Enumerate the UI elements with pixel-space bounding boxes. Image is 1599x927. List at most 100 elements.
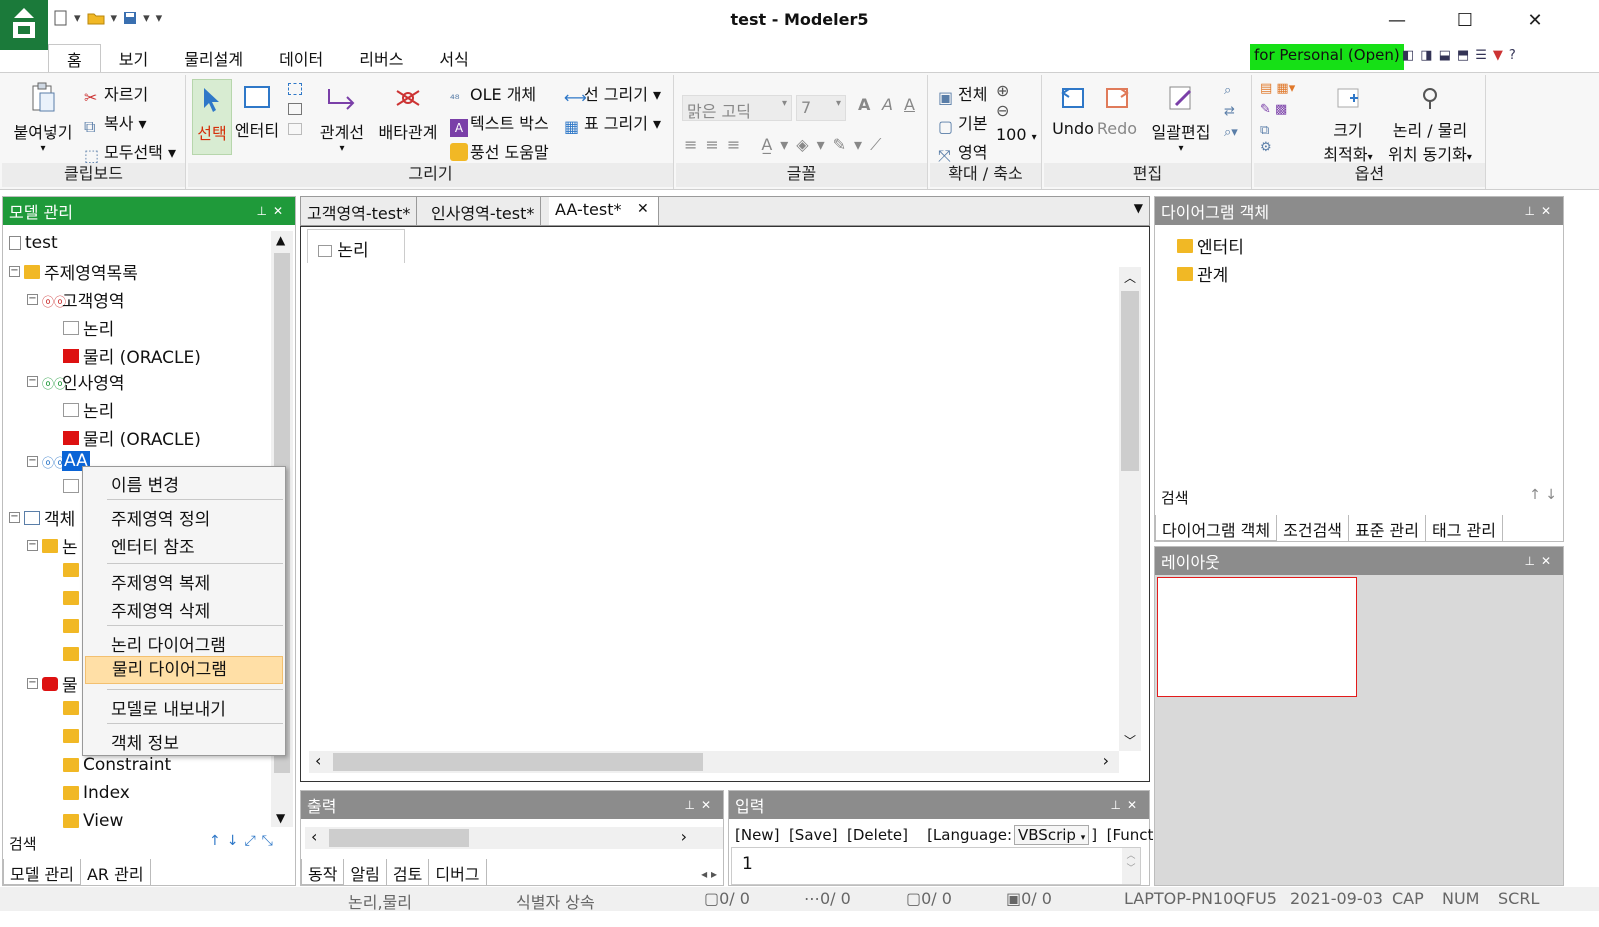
exclusive-relation-button[interactable]: 배타관계 xyxy=(374,85,442,143)
textbox-button[interactable]: A 텍스트 박스 xyxy=(450,110,549,137)
diagram-entity-item[interactable]: 엔터티 xyxy=(1177,233,1244,258)
tree-folder-item[interactable] xyxy=(63,647,79,661)
canvas-vscroll[interactable]: ︿ ﹀ xyxy=(1119,267,1141,751)
tree-index[interactable]: Index xyxy=(63,783,130,803)
tab-format[interactable]: 서식 xyxy=(421,44,486,72)
font-grow-button[interactable]: A xyxy=(858,95,870,114)
arrow-up-icon[interactable]: ↑ xyxy=(209,833,221,849)
tree-hr-logical[interactable]: 논리 xyxy=(63,397,114,422)
cut-button[interactable]: ✂ 자르기 xyxy=(84,81,148,107)
close-button[interactable]: ✕ xyxy=(1512,0,1558,40)
tree-hr-area[interactable]: − ⓞⓞ 인사영역 xyxy=(27,369,125,394)
frame-icon[interactable] xyxy=(288,123,302,135)
layout-viewport-box[interactable] xyxy=(1157,577,1357,697)
tab-notification[interactable]: 알림 xyxy=(344,859,387,885)
tree-aa-area[interactable]: − ⓞⓞ AA xyxy=(27,451,90,471)
doc-tab-hr[interactable]: 인사영역-test* xyxy=(425,197,542,225)
menu-physical-diagram[interactable]: 물리 다이어그램 xyxy=(85,656,283,684)
tree-folder-item[interactable] xyxy=(63,701,79,715)
tree-objects-physical[interactable]: − 물 xyxy=(27,671,78,696)
zoom-all-button[interactable]: ▣ 전체 xyxy=(938,81,987,107)
tree-folder-item[interactable] xyxy=(63,619,79,633)
tab-view[interactable]: 보기 xyxy=(101,44,166,72)
scroll-thumb[interactable] xyxy=(333,753,703,771)
tab-condition-search[interactable]: 조건검색 xyxy=(1277,515,1350,541)
tree-folder-item[interactable] xyxy=(63,591,79,605)
doc-tab-close-icon[interactable]: ✕ xyxy=(637,201,649,217)
tree-objects[interactable]: − 객체 xyxy=(9,505,75,530)
script-editor[interactable]: 1 ︿ ﹀ xyxy=(731,847,1141,885)
tree-aa-logical[interactable] xyxy=(63,479,79,493)
canvas-hscroll[interactable]: ‹ › xyxy=(309,751,1119,773)
tab-physical-design[interactable]: 물리설계 xyxy=(166,44,261,72)
size-optimize-button[interactable]: 크기 최적화▾ xyxy=(1318,85,1378,165)
font-size-select[interactable]: 7 ▾ xyxy=(796,95,846,121)
align-right-icon[interactable]: ≡ xyxy=(727,135,748,154)
help-icon[interactable]: ? xyxy=(1509,48,1516,63)
expand-all-icon[interactable]: ⤢ xyxy=(244,833,255,849)
tab-model-management[interactable]: 모델 관리 xyxy=(3,859,81,885)
tab-diagram-objects[interactable]: 다이어그램 객체 xyxy=(1155,515,1278,541)
output-tab-nav-icons[interactable]: ◂ ▸ xyxy=(701,867,717,881)
tree-folder-item[interactable] xyxy=(63,729,79,743)
menu-object-info[interactable]: 객체 정보 xyxy=(111,729,179,754)
menu-rename[interactable]: 이름 변경 xyxy=(111,471,179,496)
tree-hr-physical[interactable]: 물리 (ORACLE) xyxy=(63,425,201,450)
menu-entity-reference[interactable]: 엔터티 참조 xyxy=(111,533,195,558)
font-underline-button[interactable]: A xyxy=(904,95,915,114)
panel-pin-close-icons[interactable]: ⊥✕ xyxy=(1524,554,1557,568)
tree-customer-area[interactable]: − ⓞⓞ 고객영역 xyxy=(27,287,125,312)
tree-customer-physical[interactable]: 물리 (ORACLE) xyxy=(63,343,201,368)
select-all-button[interactable]: ⬚ 모두선택 ▾ xyxy=(84,139,176,165)
tab-home[interactable]: 홈 xyxy=(48,44,101,72)
layout-right-icon[interactable]: ◨ xyxy=(1420,48,1432,63)
balloon-button[interactable]: 풍선 도움말 xyxy=(450,139,549,163)
scroll-thumb[interactable] xyxy=(329,829,469,847)
replace-icon[interactable]: ⇄ xyxy=(1224,104,1238,119)
panel-pin-close-icons[interactable]: ⊥✕ xyxy=(684,798,717,812)
diagram-relation-item[interactable]: 관계 xyxy=(1177,261,1228,286)
panel-pin-close-icons[interactable]: ⊥✕ xyxy=(1110,798,1143,812)
script-toolbar-tail[interactable]: ] [Funct xyxy=(1091,826,1153,844)
option-icon-4[interactable]: ⚙ xyxy=(1260,140,1295,155)
panel-pin-close-icons[interactable]: ⊥✕ xyxy=(256,204,289,218)
subtab-logical[interactable]: 논리 xyxy=(307,229,405,263)
layout-top-icon[interactable]: ⬒ xyxy=(1457,48,1469,63)
collapse-all-icon[interactable]: ⤡ xyxy=(262,833,273,849)
tab-data[interactable]: 데이터 xyxy=(261,44,341,72)
minimize-button[interactable]: — xyxy=(1374,0,1420,40)
doc-tab-customer[interactable]: 고객영역-test* xyxy=(301,197,418,225)
tree-objects-logical[interactable]: − 논 xyxy=(27,533,78,558)
undo-button[interactable]: Undo xyxy=(1050,85,1096,138)
tab-ar-management[interactable]: AR 관리 xyxy=(81,859,151,885)
ole-object-button[interactable]: ⁴⁸ OLE 개체 xyxy=(450,81,536,110)
menu-delete-subject-area[interactable]: 주제영역 삭제 xyxy=(111,597,210,622)
zoom-default-button[interactable]: ▢ 기본 xyxy=(938,110,987,136)
zoom-out-icon[interactable]: ⊖ xyxy=(996,101,1009,120)
tab-reverse[interactable]: 리버스 xyxy=(341,44,421,72)
align-center-icon[interactable]: ≡ xyxy=(705,135,726,154)
copy-button[interactable]: ⧉ 복사 ▾ xyxy=(84,110,147,136)
tree-subject-list[interactable]: − 주제영역목록 xyxy=(9,259,138,284)
panel-pin-close-icons[interactable]: ⊥✕ xyxy=(1524,204,1557,218)
relation-tool-button[interactable]: 관계선 ▾ xyxy=(316,85,368,154)
tree-folder-item[interactable] xyxy=(63,563,79,577)
doc-tab-list-icon[interactable]: ▼ xyxy=(1134,201,1143,215)
script-toolbar-buttons[interactable]: [New] [Save] [Delete] [Language: xyxy=(735,826,1012,844)
align-left-icon[interactable]: ≡ xyxy=(684,135,705,154)
find-icon[interactable]: ⌕ xyxy=(1224,83,1238,98)
zoom-level-select[interactable]: 100 ▾ xyxy=(996,125,1037,144)
maximize-button[interactable]: ☐ xyxy=(1442,0,1488,40)
editor-vscroll[interactable]: ︿ ﹀ xyxy=(1122,848,1140,884)
menu-define-subject-area[interactable]: 주제영역 정의 xyxy=(111,505,210,530)
paste-button[interactable]: 붙여넣기 ▾ xyxy=(8,81,78,154)
tree-customer-logical[interactable]: 논리 xyxy=(63,315,114,340)
style-dropdown-icon[interactable]: ▼ xyxy=(1493,48,1503,63)
option-icon-2[interactable]: ✎ ▩ xyxy=(1260,102,1295,117)
tab-tag-management[interactable]: 태그 관리 xyxy=(1426,515,1503,541)
zoom-area-button[interactable]: ⤧ 영역 xyxy=(938,139,987,165)
tab-standard-management[interactable]: 표준 관리 xyxy=(1349,515,1426,541)
zoom-in-icon[interactable]: ⊕ xyxy=(996,81,1009,100)
menu-duplicate-subject-area[interactable]: 주제영역 복제 xyxy=(111,569,210,594)
eyedropper-icon[interactable]: ⟋ xyxy=(870,135,889,154)
